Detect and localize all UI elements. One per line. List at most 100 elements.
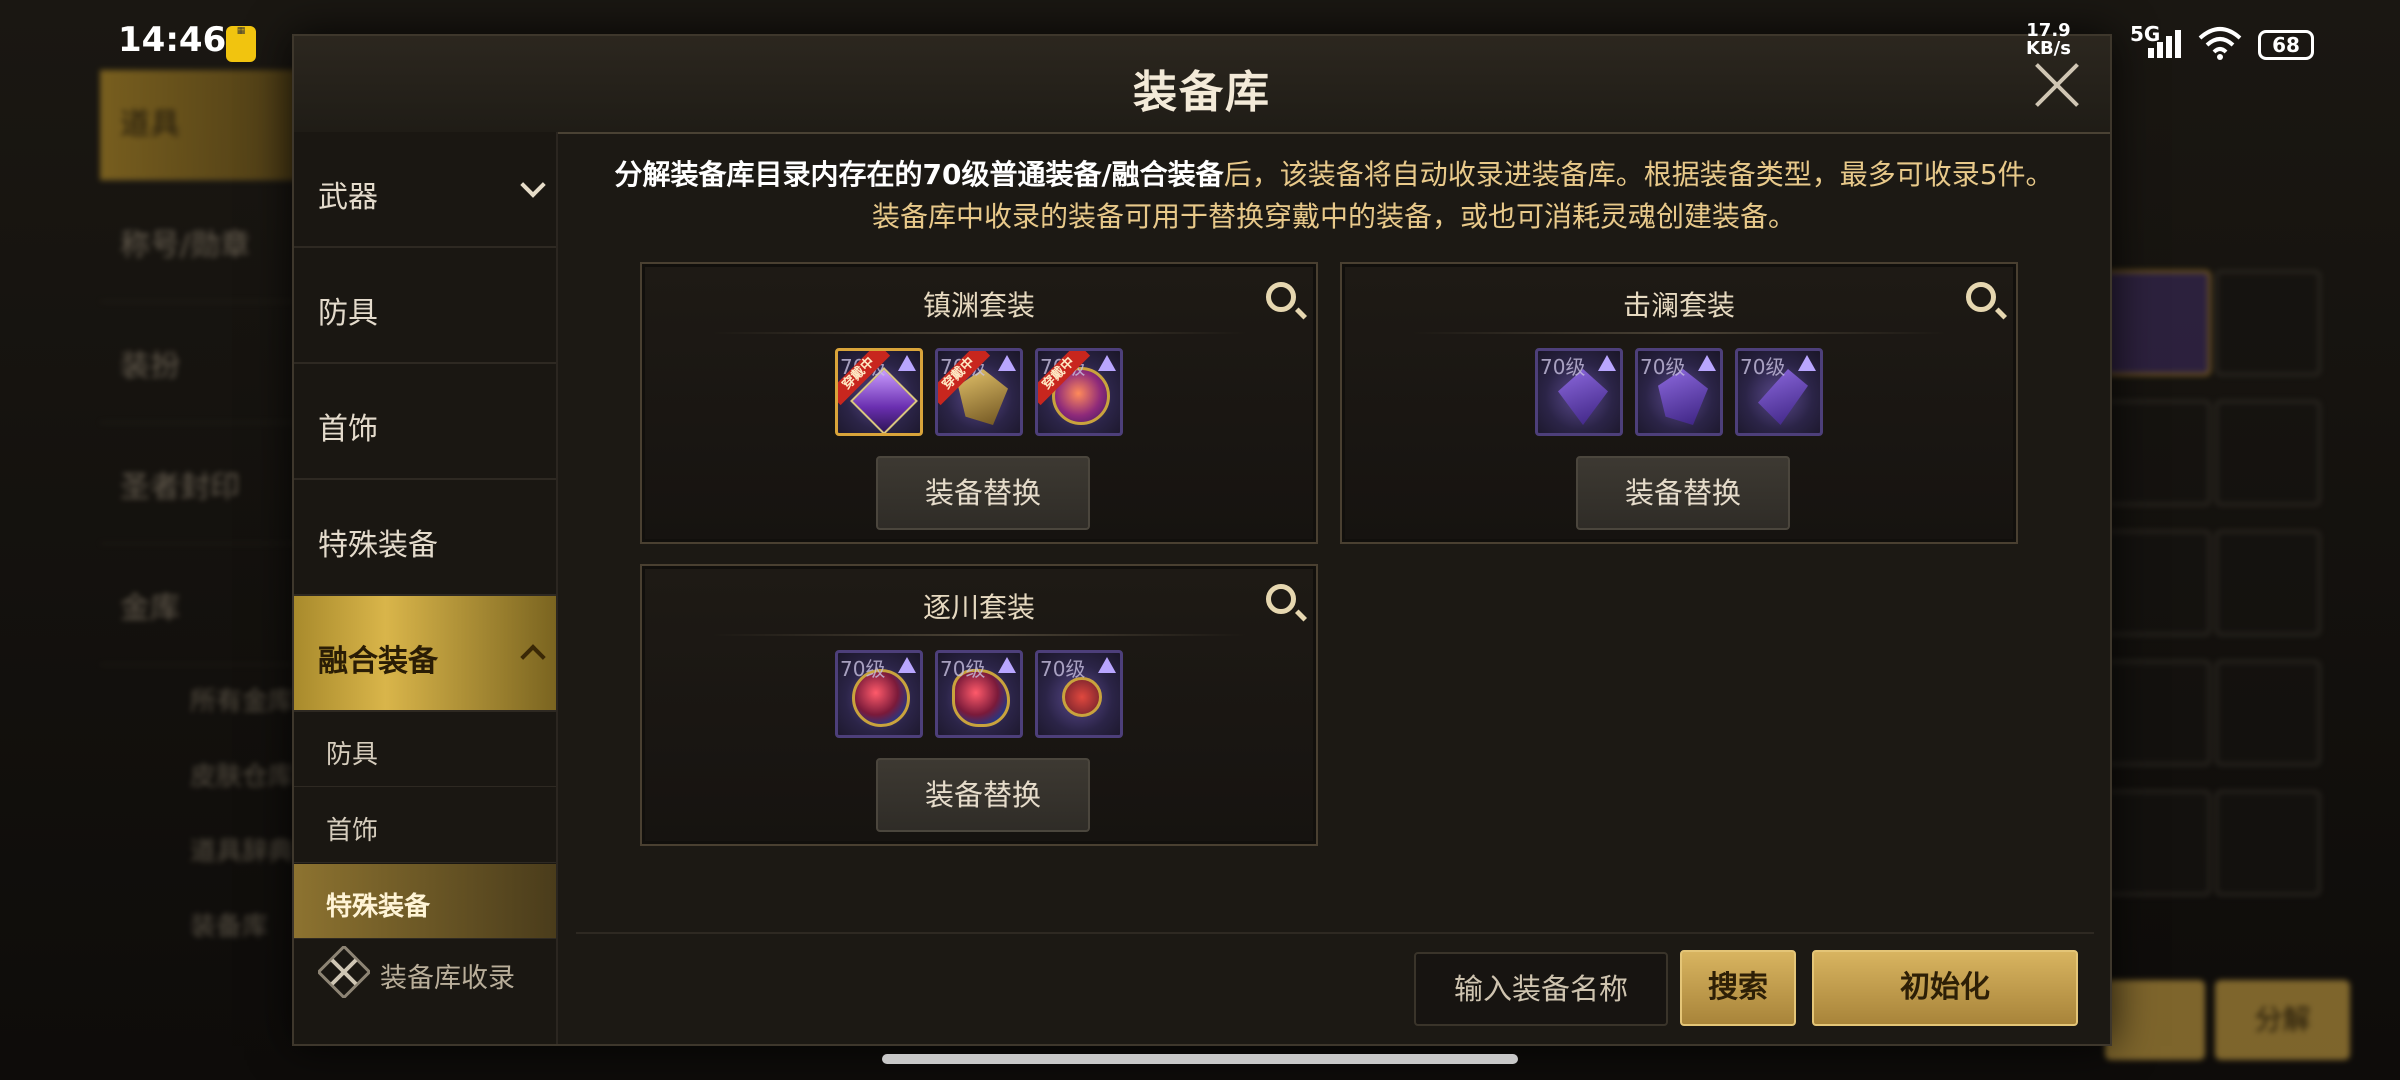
vault-collection-label: 装备库收录 (380, 963, 515, 994)
grade-triangle-icon (898, 657, 916, 673)
battery-indicator: 68 (2258, 30, 2314, 60)
category-special-equipment[interactable]: 特殊装备 (294, 480, 556, 596)
item-level: 70级 (1740, 355, 1786, 379)
cellular-signal-icon (2148, 30, 2181, 58)
network-speed: 17.9 KB/s (2026, 22, 2071, 58)
item-level: 70级 (840, 657, 886, 681)
description-rest: 后，该装备将自动收录进装备库。根据装备类型，最多可收录5件。 (1223, 158, 2054, 191)
set-name: 逐川套装 (922, 591, 1035, 624)
category-label: 首饰 (318, 412, 378, 447)
divider (1412, 332, 1946, 334)
set-panel: 逐川套装 70级 70级 70级 装备替换 (640, 564, 1318, 846)
grade-triangle-icon (898, 355, 916, 371)
category-label: 武器 (318, 180, 378, 215)
crossed-keys-icon (318, 946, 370, 998)
grade-triangle-icon (998, 355, 1016, 371)
search-button[interactable]: 搜索 (1680, 950, 1796, 1026)
search-icon[interactable] (1266, 584, 1296, 614)
set-items: 70级 穿戴中 70级 穿戴中 70级 穿戴中 (642, 348, 1316, 436)
bg-tab-costume: 装扮 (100, 312, 320, 423)
set-name: 击澜套装 (1622, 289, 1735, 322)
grade-triangle-icon (1798, 355, 1816, 371)
swap-equipment-button[interactable]: 装备替换 (876, 456, 1090, 530)
chevron-up-icon (520, 644, 546, 670)
bg-tab-items: 道具 (100, 70, 320, 181)
category-accessory[interactable]: 首饰 (294, 364, 556, 480)
category-label: 融合装备 (318, 644, 438, 679)
bg-cell (2215, 270, 2321, 376)
description-highlight: 分解装备库目录内存在的70级普通装备/融合装备 (614, 158, 1224, 191)
subcategory-label: 防具 (326, 740, 379, 770)
equipment-slot[interactable]: 70级 穿戴中 (835, 348, 923, 436)
item-level: 70级 (1040, 657, 1086, 681)
search-icon[interactable] (1966, 282, 1996, 312)
grade-triangle-icon (1698, 355, 1716, 371)
set-items: 70级 70级 70级 (642, 650, 1316, 738)
bg-cell (2215, 400, 2321, 506)
bg-cell (2105, 790, 2211, 896)
bg-sub-equip-vault: 装备库 (190, 912, 269, 942)
bg-cell (2105, 660, 2211, 766)
bg-sub-all-vault: 所有金库 (190, 687, 295, 717)
grade-triangle-icon (1098, 657, 1116, 673)
set-name: 镇渊套装 (922, 289, 1035, 322)
wifi-icon (2198, 27, 2242, 60)
swap-equipment-button[interactable]: 装备替换 (1576, 456, 1790, 530)
bg-decompose-button: 分解 (2215, 980, 2350, 1060)
equipment-icon (1062, 677, 1102, 717)
chevron-down-icon (520, 172, 546, 198)
equipment-slot[interactable]: 70级 (1535, 348, 1623, 436)
equipment-slot[interactable]: 70级 (1735, 348, 1823, 436)
bg-cell (2105, 400, 2211, 506)
search-icon[interactable] (1266, 282, 1296, 312)
equipment-slot[interactable]: 70级 (935, 650, 1023, 738)
bg-cell (2105, 530, 2211, 636)
equipment-slot[interactable]: 70级 (1035, 650, 1123, 738)
bg-button (2105, 980, 2205, 1060)
reset-button[interactable]: 初始化 (1812, 950, 2078, 1026)
swap-equipment-button[interactable]: 装备替换 (876, 758, 1090, 832)
bg-cell (2215, 530, 2321, 636)
divider (712, 634, 1246, 636)
subcategory-label: 首饰 (326, 816, 379, 846)
subcategory-special-equipment[interactable]: 特殊装备 (294, 864, 556, 939)
category-weapon[interactable]: 武器 (294, 132, 556, 248)
divider (712, 332, 1246, 334)
search-input[interactable]: 输入装备名称 (1414, 952, 1668, 1026)
set-items: 70级 70级 70级 (1342, 348, 2016, 436)
equipment-slot[interactable]: 70级 穿戴中 (1035, 348, 1123, 436)
category-armor[interactable]: 防具 (294, 248, 556, 364)
item-level: 70级 (1640, 355, 1686, 379)
bg-tab-titles: 称号/勋章 (100, 191, 320, 302)
bg-tab-seal: 圣者封印 (100, 433, 320, 544)
equipment-slot[interactable]: 70级 (1635, 348, 1723, 436)
bg-cell (2105, 270, 2211, 376)
bg-sub-skin: 皮肤仓库 (190, 762, 295, 792)
subcategory-accessory[interactable]: 首饰 (294, 788, 556, 863)
app-notification-icon: ▦ (226, 26, 256, 62)
subcategory-armor[interactable]: 防具 (294, 712, 556, 787)
bg-cell (2215, 790, 2321, 896)
category-label: 防具 (318, 296, 378, 331)
set-panel: 击澜套装 70级 70级 70级 装备替换 (1340, 262, 2018, 544)
category-fusion-equipment[interactable]: 融合装备 (294, 596, 556, 712)
network-speed-unit: KB/s (2026, 38, 2071, 59)
description-line-2: 装备库中收录的装备可用于替换穿戴中的装备，或也可消耗灵魂创建装备。 (871, 200, 1796, 233)
description-line-1: 分解装备库目录内存在的70级普通装备/融合装备后，该装备将自动收录进装备库。根据… (574, 154, 2094, 196)
set-panel: 镇渊套装 70级 穿戴中 70级 穿戴中 70级 穿戴中 装备替 (640, 262, 1318, 544)
background-left-menu: 道具 称号/勋章 装扮 圣者封印 金库 所有金库 皮肤仓库 道具辞典 装备库 (0, 60, 320, 1060)
grade-triangle-icon (998, 657, 1016, 673)
background-right-inventory: 分解 (2105, 270, 2400, 1060)
item-level: 70级 (940, 657, 986, 681)
bg-tab-vault: 金库 (100, 554, 320, 665)
home-indicator[interactable] (882, 1054, 1518, 1064)
description: 分解装备库目录内存在的70级普通装备/融合装备后，该装备将自动收录进装备库。根据… (574, 154, 2094, 238)
equipment-vault-modal: 装备库 武器 防具 首饰 特殊装备 融合装备 防具 首饰 特殊装备 装备库收录 … (292, 34, 2112, 1046)
equipment-slot[interactable]: 70级 (835, 650, 923, 738)
status-bar: 14:46 ▦ 17.9 KB/s 5G 68 (0, 0, 2400, 80)
category-sidebar: 武器 防具 首饰 特殊装备 融合装备 防具 首饰 特殊装备 装备库收录 (294, 132, 558, 1044)
equipment-slot[interactable]: 70级 穿戴中 (935, 348, 1023, 436)
bg-sub-dictionary: 道具辞典 (190, 837, 295, 867)
grade-triangle-icon (1598, 355, 1616, 371)
grade-triangle-icon (1098, 355, 1116, 371)
